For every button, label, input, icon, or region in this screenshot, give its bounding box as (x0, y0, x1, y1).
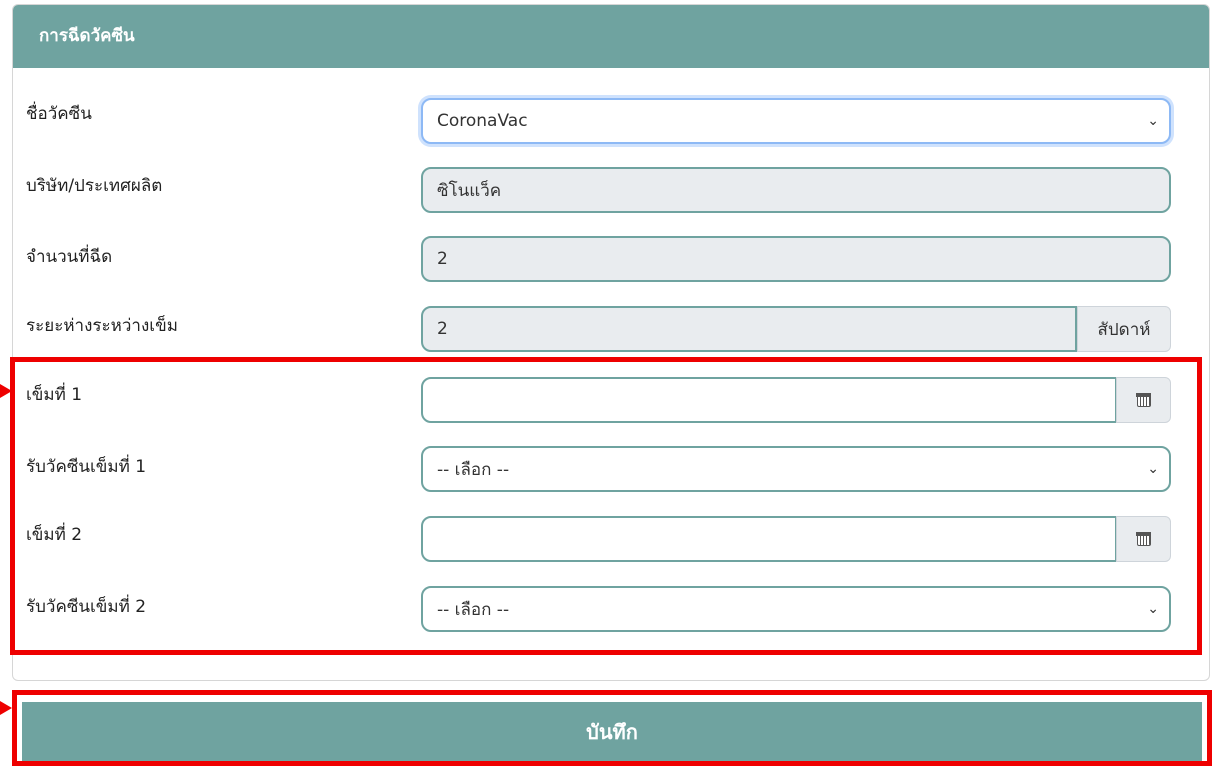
doses-field: 2 (421, 236, 1171, 282)
annotation-arrow (0, 384, 12, 398)
annotation-highlight-save (12, 690, 1212, 766)
vaccine-name-select[interactable]: CoronaVac ⌄ (421, 98, 1171, 144)
annotation-highlight-doses (10, 357, 1202, 655)
doses-value: 2 (437, 249, 448, 269)
interval-field: 2 (421, 306, 1077, 352)
interval-value: 2 (437, 319, 448, 339)
chevron-down-icon: ⌄ (1147, 113, 1159, 129)
doses-label: จำนวนที่ฉีด (26, 247, 113, 267)
manufacturer-label: บริษัท/ประเทศผลิต (26, 176, 163, 196)
annotation-arrow (0, 701, 12, 715)
vaccine-name-label: ชื่อวัคซีน (26, 104, 92, 124)
interval-label: ระยะห่างระหว่างเข็ม (26, 316, 178, 336)
vaccine-name-value: CoronaVac (437, 111, 528, 131)
card-title: การฉีดวัคซีน (13, 5, 1209, 68)
manufacturer-value: ซิโนแว็ค (437, 180, 502, 201)
manufacturer-field: ซิโนแว็ค (421, 167, 1171, 213)
interval-unit: สัปดาห์ (1077, 306, 1171, 352)
